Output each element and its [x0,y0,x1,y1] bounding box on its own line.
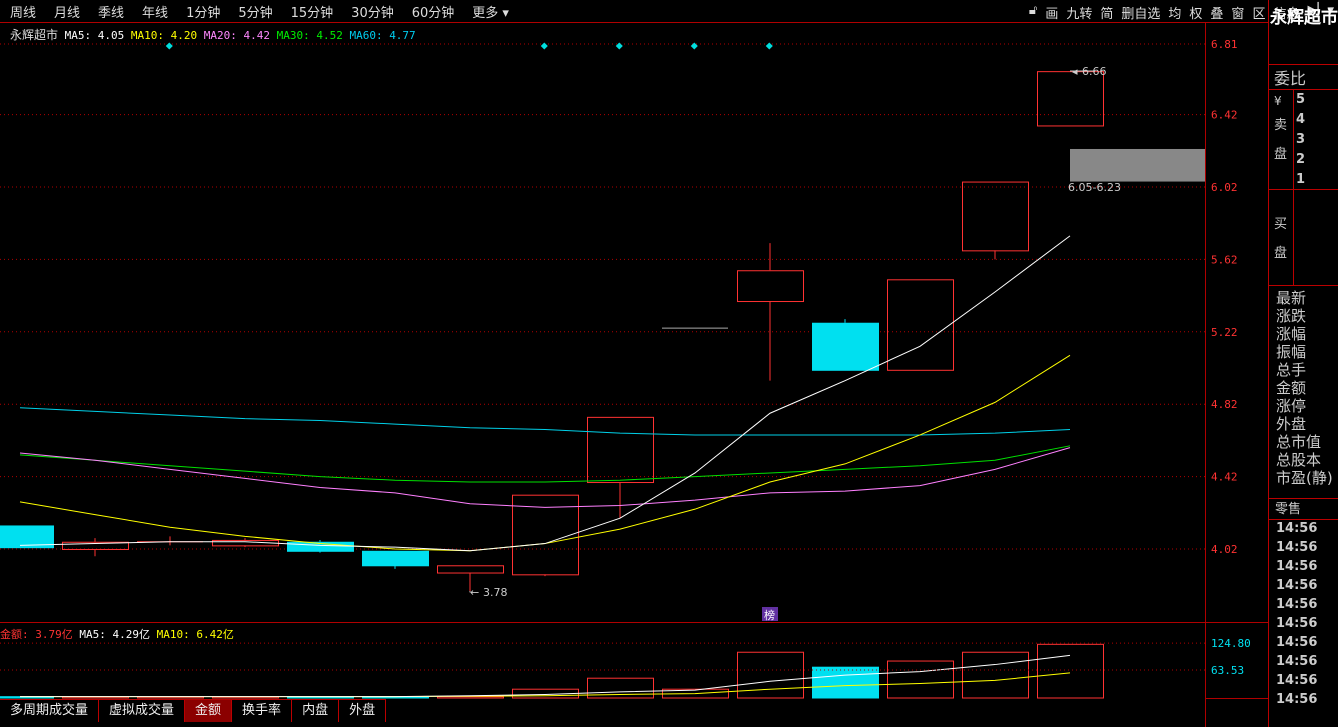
volume-ma10-line [20,672,1071,698]
price-tick-label: 5.62 [1211,253,1238,266]
tab-3[interactable]: 换手率 [232,700,293,722]
sell-level: 5 [1296,92,1306,107]
sell-level: 3 [1296,132,1306,147]
candle-body [737,270,804,303]
quote-field: 涨停 [1276,397,1307,415]
legend-ma10: MA10: 4.20 [130,29,198,42]
volume-bar [1037,643,1104,699]
trade-time: 14:56 [1276,692,1318,707]
weibi-label: 委比 [1274,69,1307,88]
trade-time: 14:56 [1276,616,1318,631]
ma-legend: 永辉超市 MA5: 4.05 MA10: 4.20 MA20: 4.42 MA3… [10,26,416,43]
tab-1[interactable]: 虚拟成交量 [99,700,186,722]
quote-field: 外盘 [1276,415,1307,433]
quote-field: 总市值 [1276,433,1322,451]
signal-diamond-icon [540,42,548,50]
legend-ma60: MA60: 4.77 [349,29,416,42]
trade-time: 14:56 [1276,521,1318,536]
trade-time: 14:56 [1276,578,1318,593]
signal-diamond-icon [165,42,173,50]
quote-field: 金额 [1276,379,1307,397]
price-range-box [1070,148,1205,182]
volume-bar [887,660,954,699]
tab-2[interactable]: 金额 [185,700,233,722]
candle-body [437,565,504,574]
volume-tick-label: 63.53 [1211,664,1244,677]
low-value: 3.78 [483,586,508,599]
yen-icon: ¥ [1274,94,1282,108]
indicator-tabs: 多周期成交量 虚拟成交量 金额 换手率 内盘 外盘 [0,699,387,722]
legend-vol-ma5: MA5: 4.29亿 [79,628,150,641]
candle-body [812,322,879,371]
price-tick-label: 5.22 [1211,326,1238,339]
ma20-line [19,447,1071,508]
price-tick-label: 6.02 [1211,181,1238,194]
buy-label-2: 盘 [1274,246,1288,261]
legend-name: 永辉超市 [10,28,59,42]
price-tick-label: 6.42 [1211,109,1238,122]
range-label: 6.05-6.23 [1068,181,1121,194]
price-tick-label: 4.82 [1211,398,1238,411]
legend-ma5: MA5: 4.05 [64,29,125,42]
buy-label: 买 [1274,217,1288,232]
kline-chart[interactable]: 6.81 6.42 6.02 5.62 5.22 4.82 4.42 4.02 124.80 63… [0,0,1268,727]
sell-level: 4 [1296,112,1306,127]
candle-body [1037,71,1104,127]
legend-amount: 金额: 3.79亿 [0,628,73,641]
sell-label-2: 盘 [1274,147,1288,162]
volume-bar [737,651,804,699]
trade-time: 14:56 [1276,559,1318,574]
candle-body [587,416,654,484]
high-label: 6.66 [1082,65,1107,78]
rank-marker-label: 榜 [764,608,775,622]
volume-bar [812,666,879,699]
ma60-line [19,407,1071,436]
retail-label: 零售 [1275,502,1302,517]
trade-time: 14:56 [1276,654,1318,669]
quote-field: 振幅 [1276,343,1307,361]
sell-level: 1 [1296,172,1306,187]
candle-body [362,550,429,567]
volume-legend: 金额: 3.79亿 MA5: 4.29亿 MA10: 6.42亿 [0,626,234,642]
signal-diamond-icon [765,42,773,50]
quote-field: 涨跌 [1276,307,1307,325]
volume-tick-label: 124.80 [1211,637,1251,650]
ma10-line [19,354,1071,552]
sell-label: 卖 [1274,118,1288,133]
legend-ma30: MA30: 4.52 [276,29,343,42]
low-label: ← [470,586,479,599]
quote-field: 涨幅 [1276,325,1307,343]
tab-5[interactable]: 外盘 [339,700,387,722]
quote-field: 市盈(静) [1276,469,1333,487]
quote-field: 总股本 [1276,451,1322,469]
price-tick-label: 4.02 [1211,543,1238,556]
price-tick-label: 4.42 [1211,471,1238,484]
sell-level: 2 [1296,152,1306,167]
trade-time: 14:56 [1276,597,1318,612]
price-tick-label: 6.81 [1211,38,1238,51]
tab-0[interactable]: 多周期成交量 [0,700,100,722]
quote-field: 总手 [1276,361,1307,379]
legend-vol-ma10: MA10: 6.42亿 [156,628,234,641]
volume-bar [962,651,1029,699]
trade-time: 14:56 [1276,540,1318,555]
trade-time: 14:56 [1276,673,1318,688]
volume-bar [437,696,504,699]
trade-time: 14:56 [1276,635,1318,650]
ma5-line [19,235,1071,552]
legend-ma20: MA20: 4.42 [203,29,270,42]
quote-field: 最新 [1276,289,1307,307]
arrow-icon: ◂ [1072,65,1078,78]
tab-4[interactable]: 内盘 [292,700,340,722]
candle-body [962,181,1029,252]
